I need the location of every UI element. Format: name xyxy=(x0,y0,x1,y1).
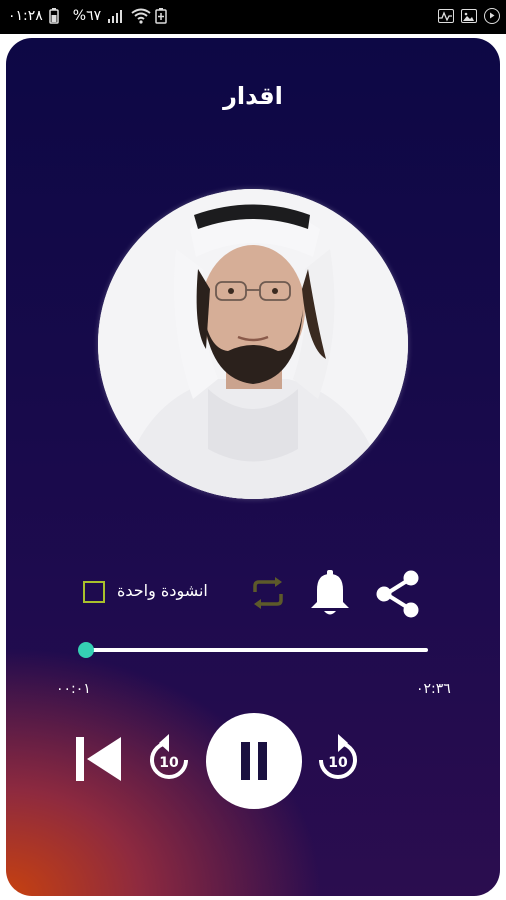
activity-icon xyxy=(438,9,454,23)
battery-saver-icon xyxy=(155,8,173,24)
pause-button[interactable] xyxy=(206,713,302,809)
pause-icon-bar-right xyxy=(258,742,267,780)
forward-10-icon: 10 xyxy=(319,734,357,779)
artist-portrait xyxy=(98,189,408,499)
single-track-checkbox[interactable] xyxy=(83,581,105,603)
rewind-seconds-label: 10 xyxy=(159,755,179,771)
previous-button[interactable] xyxy=(73,735,123,783)
current-time: ٠٠:٠١ xyxy=(56,681,91,697)
player-card: اقدار انشودة واحدة ٠٠:٠١ ٠٢:٣٦ 10 10 xyxy=(6,38,500,896)
skip-previous-icon xyxy=(76,737,121,781)
battery-icon xyxy=(49,8,67,24)
signal-icon xyxy=(107,8,125,24)
play-circle-icon xyxy=(484,8,500,24)
seek-thumb[interactable] xyxy=(78,642,94,658)
bell-icon[interactable] xyxy=(309,570,351,618)
rewind-10-button[interactable]: 10 xyxy=(146,732,192,784)
total-time: ٠٢:٣٦ xyxy=(416,681,451,697)
status-bar-right xyxy=(438,8,500,24)
forward-10-button[interactable]: 10 xyxy=(315,732,361,784)
image-icon xyxy=(461,9,477,23)
track-title: اقدار xyxy=(223,82,283,110)
clock: ٠١:٢٨ xyxy=(8,8,43,24)
repeat-icon[interactable] xyxy=(249,576,287,610)
options-row: انشودة واحدة xyxy=(6,563,500,623)
seek-bar[interactable] xyxy=(78,640,428,660)
seek-track xyxy=(82,648,428,652)
status-bar-left: ٠١:٢٨ %٦٧ xyxy=(8,8,173,24)
forward-seconds-label: 10 xyxy=(328,755,348,771)
wifi-icon xyxy=(131,8,151,24)
pause-icon-bar-left xyxy=(241,742,250,780)
single-track-label: انشودة واحدة xyxy=(117,581,208,600)
battery-percent: %٦٧ xyxy=(72,8,102,24)
status-bar: ٠١:٢٨ %٦٧ xyxy=(0,0,506,34)
replay-10-icon: 10 xyxy=(150,734,188,779)
share-icon[interactable] xyxy=(374,569,422,619)
